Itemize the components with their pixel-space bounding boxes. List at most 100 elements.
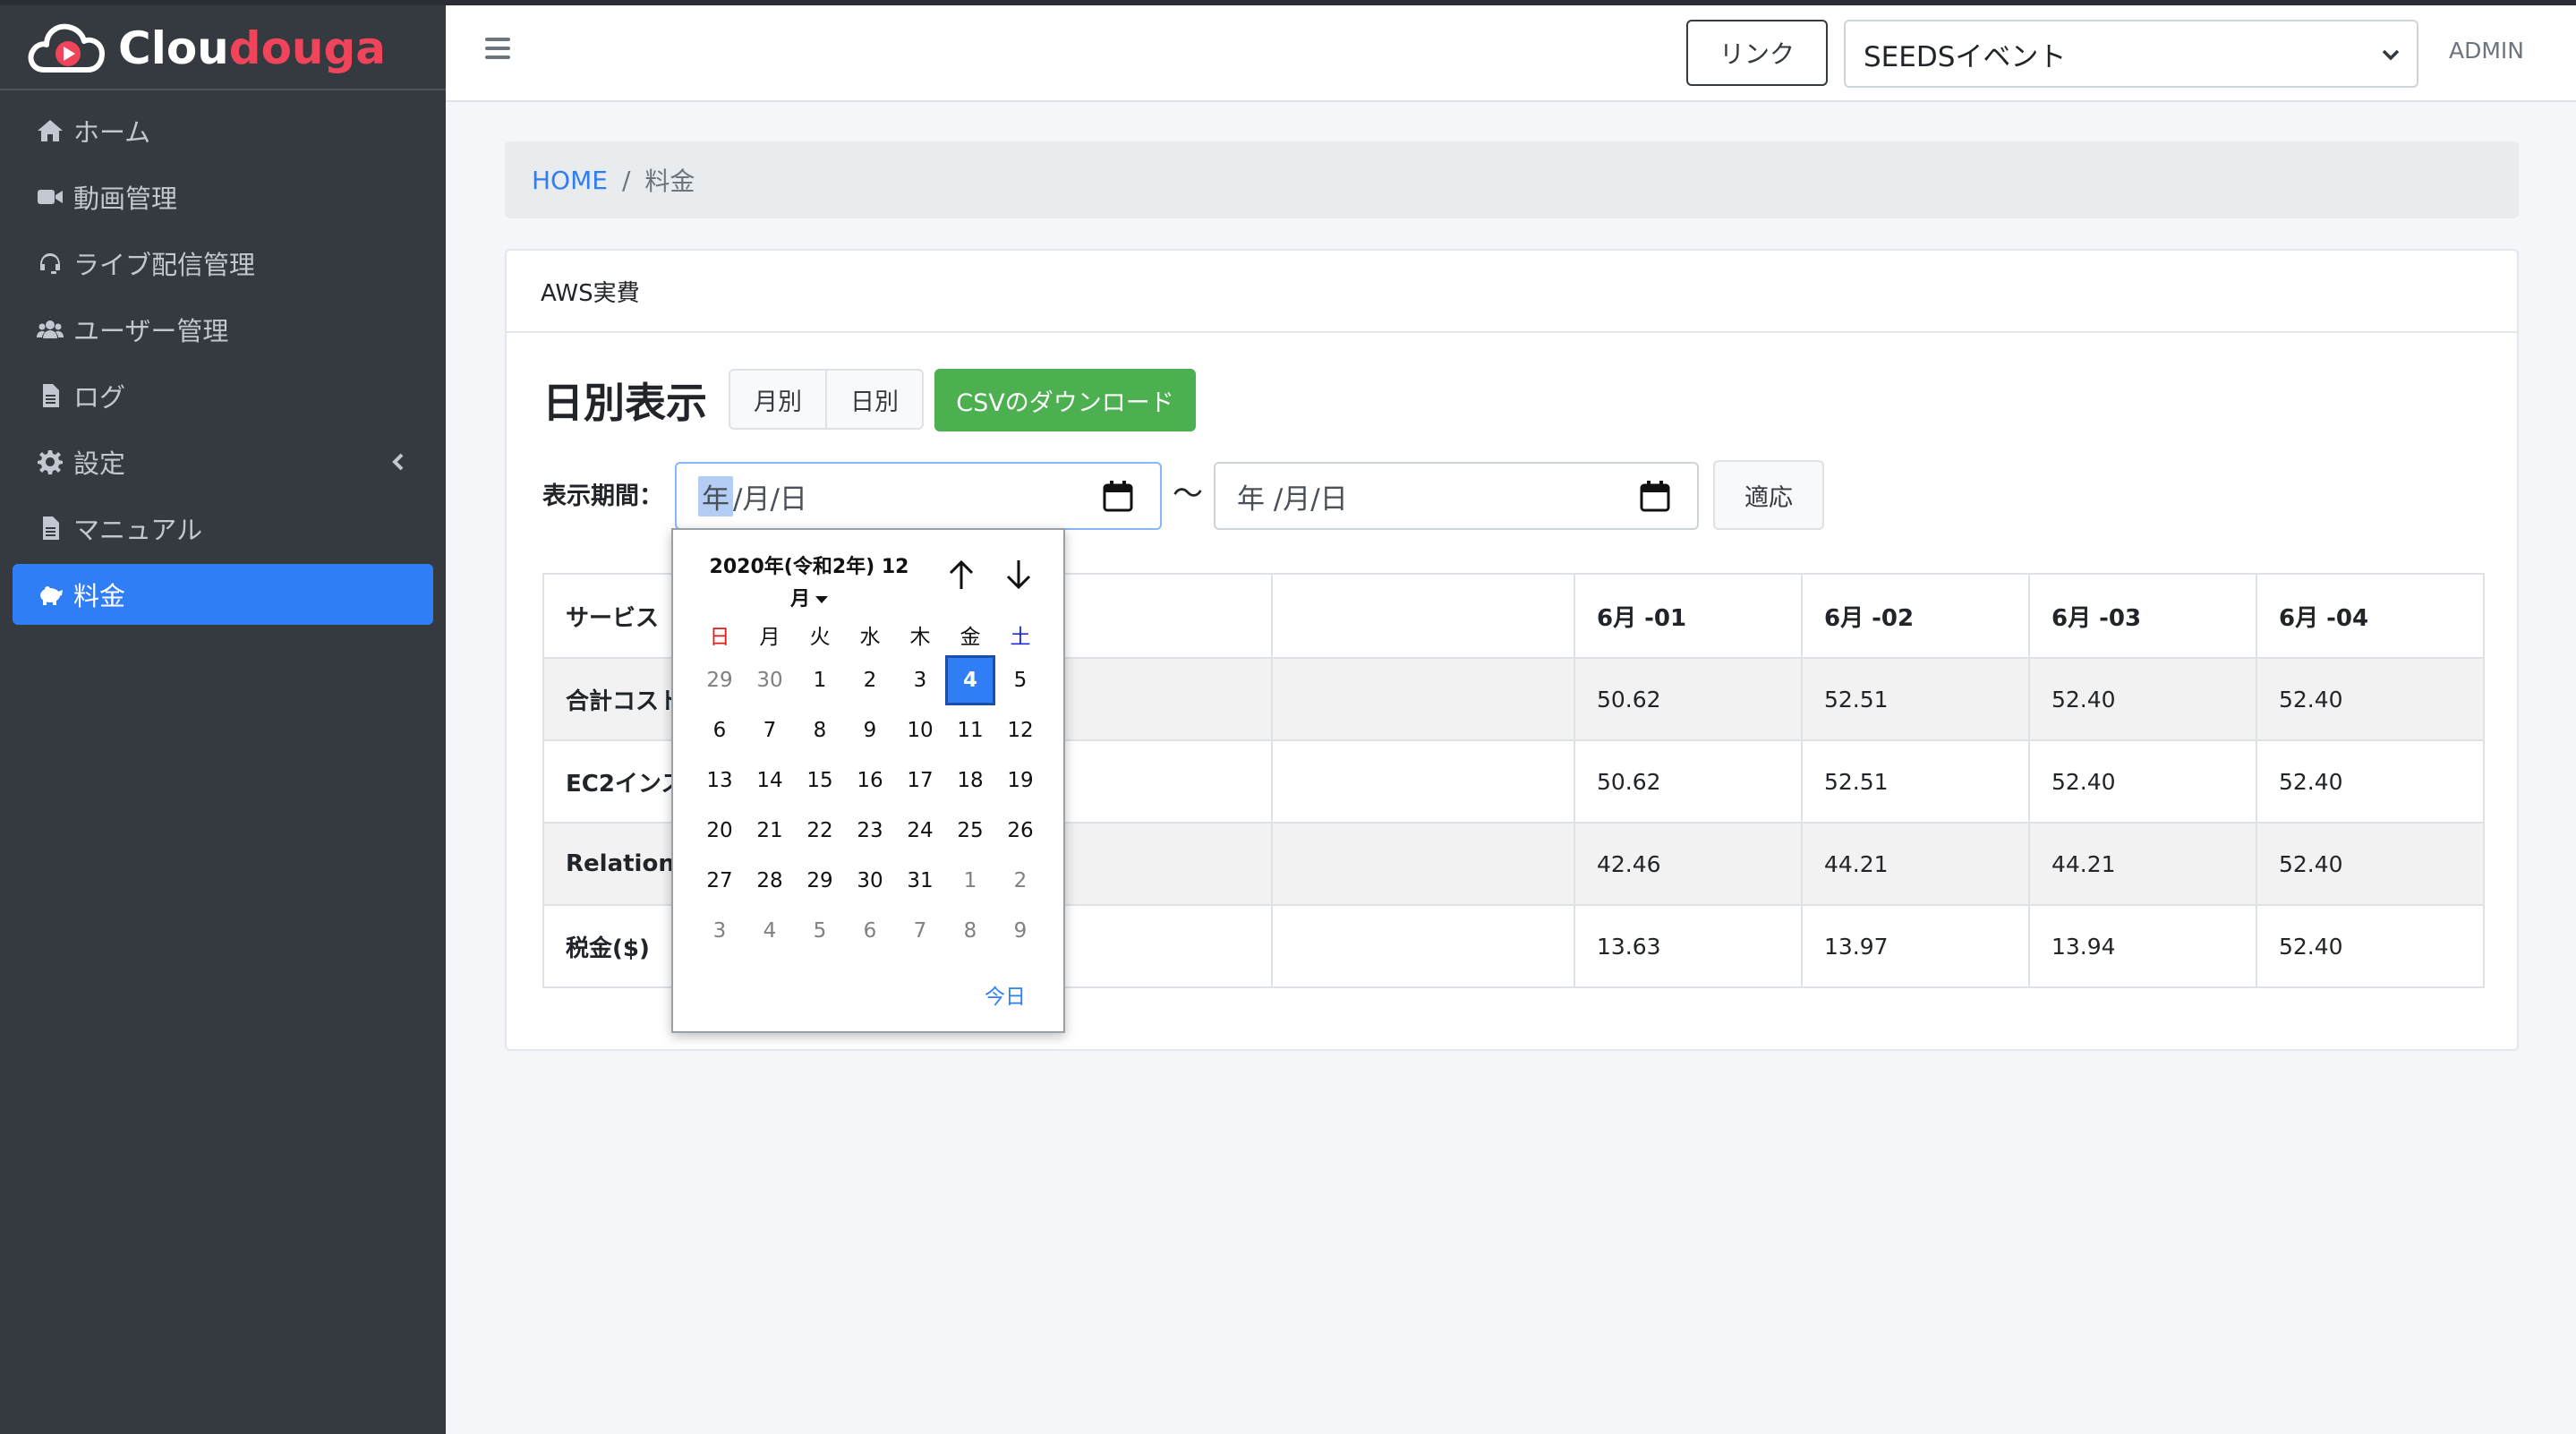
sidebar-item-home[interactable]: ホーム [13,100,433,161]
breadcrumb-home[interactable]: HOME [532,166,608,195]
breadcrumb-separator: / [621,165,631,195]
chevron-down-icon [2382,49,2400,61]
table-cell: 52.40 [2256,739,2485,824]
monthly-button[interactable]: 月別 [729,369,827,430]
calendar-day[interactable]: 4 [745,909,795,952]
calendar-day[interactable]: 28 [745,859,795,902]
table-cell: 13.97 [1801,904,2030,988]
start-date-year-segment[interactable]: 年 [698,475,733,516]
calendar-day[interactable]: 31 [895,859,945,902]
calendar-day[interactable]: 26 [995,809,1045,852]
calendar-day[interactable]: 7 [895,909,945,952]
table-cell: 13.63 [1574,904,1803,988]
calendar-day[interactable]: 7 [745,709,795,752]
user-name[interactable]: ADMIN [2449,38,2524,64]
calendar-day[interactable]: 8 [945,909,995,952]
arrow-down-icon[interactable] [1001,557,1036,593]
calendar-day[interactable]: 2 [995,859,1045,902]
calendar-month-selector[interactable]: 2020年(令和2年) 12 月 [702,551,917,616]
file-icon [36,382,64,409]
calendar-icon[interactable] [1103,480,1133,512]
hamburger-menu-icon[interactable] [485,38,510,61]
apply-button[interactable]: 適応 [1713,460,1824,530]
link-button[interactable]: リンク [1686,20,1828,86]
calendar-day[interactable]: 29 [795,859,845,902]
table-cell: 52.51 [1801,739,2030,824]
calendar-day-selected[interactable]: 4 [945,655,995,705]
calendar-day[interactable]: 13 [695,759,745,802]
calendar-week: 13 14 15 16 17 18 19 [695,755,1045,806]
calendar-day[interactable]: 6 [695,709,745,752]
calendar-day[interactable]: 24 [895,809,945,852]
event-select[interactable]: SEEDSイベント [1844,20,2418,88]
calendar-day[interactable]: 1 [945,859,995,902]
table-cell: 50.62 [1574,657,1803,741]
view-toggle: 月別 日別 [729,369,924,430]
calendar-day[interactable]: 1 [795,659,845,702]
home-icon [36,117,64,144]
table-cell: 44.21 [1801,822,2030,906]
date-picker-popup: 2020年(令和2年) 12 月 日 月 火 水 木 金 土 29 30 1 2… [671,528,1065,1033]
weekday-label: 土 [1010,626,1031,649]
calendar-day[interactable]: 20 [695,809,745,852]
daily-button[interactable]: 日別 [827,369,924,430]
calendar-day[interactable]: 18 [945,759,995,802]
calendar-day[interactable]: 21 [745,809,795,852]
start-date-input[interactable]: 年 /月/日 [675,462,1162,530]
sidebar-item-settings[interactable]: 設定 [13,431,433,492]
table-cell: 52.40 [2256,657,2485,741]
calendar-week: 6 7 8 9 10 11 12 [695,705,1045,755]
column-header: 6月 -02 [1801,573,2030,659]
table-cell: 42.46 [1574,822,1803,906]
caret-down-icon [815,596,828,603]
calendar-day[interactable]: 17 [895,759,945,802]
calendar-day[interactable]: 25 [945,809,995,852]
breadcrumb-current: 料金 [644,166,695,196]
calendar-day[interactable]: 8 [795,709,845,752]
sidebar-item-label: マニュアル [73,515,203,545]
table-cell: 52.40 [2256,822,2485,906]
sidebar-nav: ホーム 動画管理 ライブ配信管理 ユーザー管理 ログ 設定 マニュアル 料金 [13,100,433,630]
calendar-day[interactable]: 10 [895,709,945,752]
calendar-day[interactable]: 9 [995,909,1045,952]
calendar-icon[interactable] [1640,480,1670,512]
calendar-day[interactable]: 29 [695,659,745,702]
sidebar-item-live[interactable]: ライブ配信管理 [13,233,433,294]
calendar-day[interactable]: 15 [795,759,845,802]
calendar-day[interactable]: 5 [795,909,845,952]
table-cell: 52.51 [1801,657,2030,741]
calendar-week: 29 30 1 2 3 4 5 [695,655,1045,705]
calendar-day[interactable]: 22 [795,809,845,852]
calendar-day[interactable]: 12 [995,709,1045,752]
calendar-day[interactable]: 16 [845,759,895,802]
sidebar-item-manual[interactable]: マニュアル [13,498,433,559]
sidebar-item-users[interactable]: ユーザー管理 [13,299,433,360]
calendar-day[interactable]: 30 [845,859,895,902]
page-title: 日別表示 [542,379,707,427]
calendar-day[interactable]: 23 [845,809,895,852]
weekday-label: 水 [859,626,881,649]
arrow-up-icon[interactable] [943,557,979,593]
brand[interactable]: Cloudouga [0,0,446,90]
calendar-day[interactable]: 6 [845,909,895,952]
calendar-weekday-row: 日 月 火 水 木 金 土 [695,619,1045,655]
calendar-day[interactable]: 3 [895,659,945,702]
sidebar-item-pricing[interactable]: 料金 [13,564,433,625]
csv-download-button[interactable]: CSVのダウンロード [934,369,1196,431]
headset-icon [36,250,64,277]
sidebar-item-videos[interactable]: 動画管理 [13,166,433,227]
calendar-day[interactable]: 30 [745,659,795,702]
table-cell: 44.21 [2028,822,2257,906]
today-button[interactable]: 今日 [985,979,1026,1010]
end-date-input[interactable]: 年 /月/日 [1214,462,1699,530]
calendar-day[interactable]: 2 [845,659,895,702]
calendar-day[interactable]: 27 [695,859,745,902]
calendar-day[interactable]: 3 [695,909,745,952]
calendar-day[interactable]: 14 [745,759,795,802]
table-cell [1271,739,1575,824]
calendar-day[interactable]: 9 [845,709,895,752]
sidebar-item-logs[interactable]: ログ [13,365,433,426]
calendar-day[interactable]: 11 [945,709,995,752]
calendar-day[interactable]: 19 [995,759,1045,802]
calendar-day[interactable]: 5 [995,659,1045,702]
